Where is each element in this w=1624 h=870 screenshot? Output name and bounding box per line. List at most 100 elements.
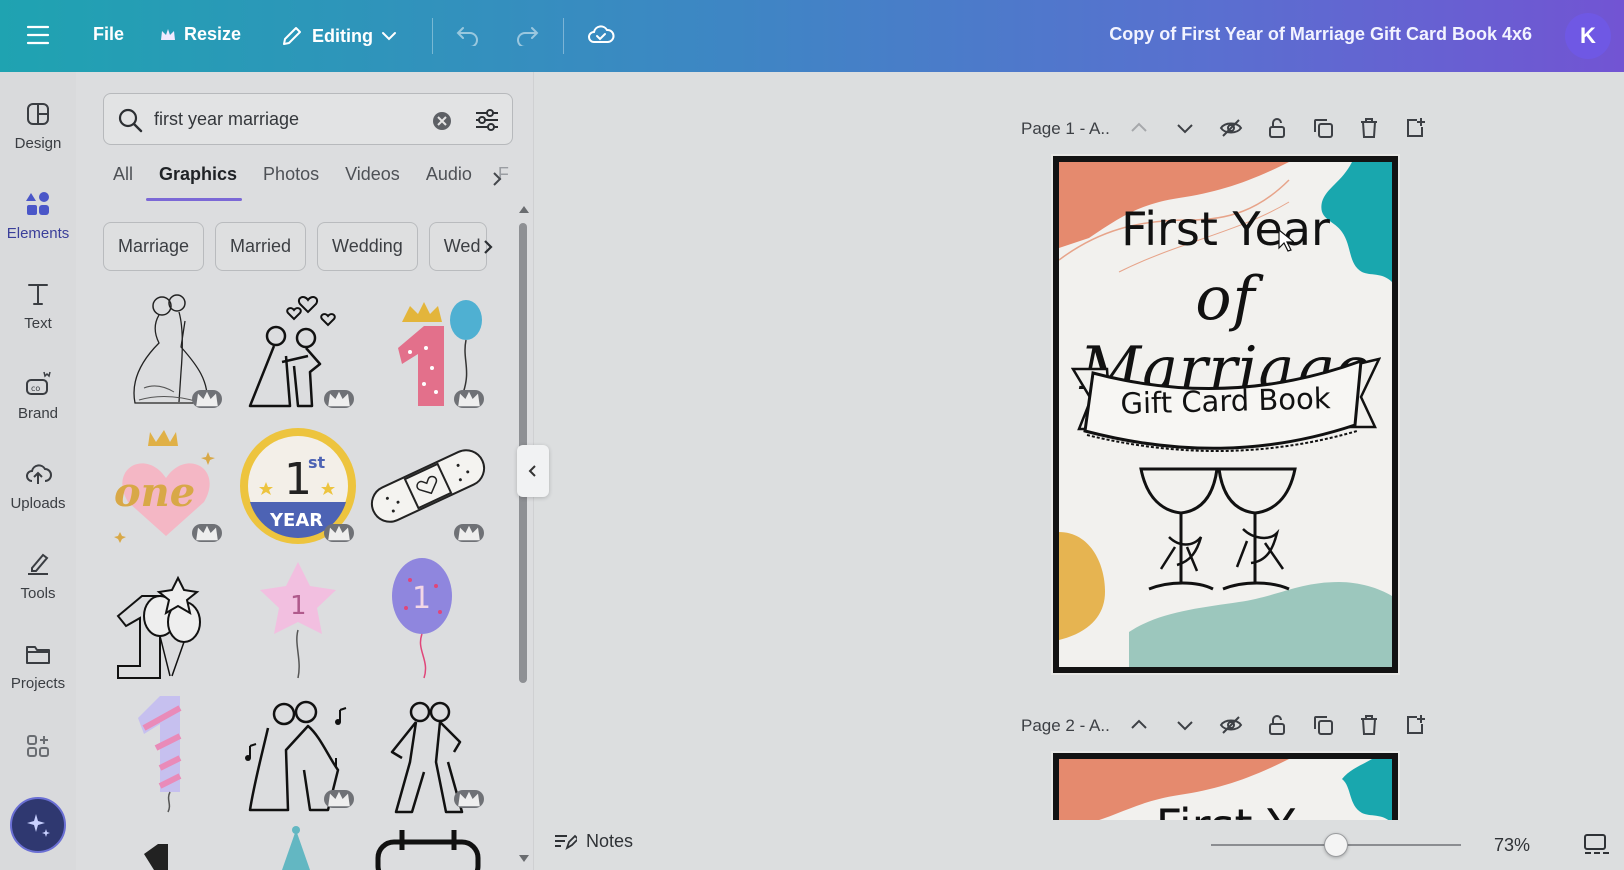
crown-icon bbox=[328, 391, 350, 407]
search-box[interactable]: first year marriage bbox=[103, 93, 513, 145]
move-page-up-icon[interactable] bbox=[1127, 116, 1151, 140]
graphic-heart-bandage[interactable] bbox=[366, 422, 490, 548]
graphic-purple-number-balloon[interactable]: 1 bbox=[366, 556, 490, 682]
duplicate-page-icon[interactable] bbox=[1311, 116, 1335, 140]
graphic-number-one-balloons-outline[interactable] bbox=[104, 556, 228, 682]
chevron-left-icon bbox=[528, 465, 536, 477]
undo-button[interactable] bbox=[455, 24, 481, 46]
menu-button[interactable] bbox=[26, 24, 50, 46]
notes-button[interactable]: Notes bbox=[553, 830, 633, 852]
graphic-pink-star-balloon[interactable]: 1 bbox=[236, 556, 360, 682]
page-2-header[interactable]: Page 2 - A.. bbox=[1021, 711, 1110, 741]
crown-icon bbox=[328, 525, 350, 541]
rail-item-uploads[interactable]: Uploads bbox=[0, 460, 76, 512]
star-balloon-icon: 1 bbox=[260, 562, 336, 679]
graphic-first-year-badge[interactable]: 1 st YEAR bbox=[236, 422, 360, 548]
page-2-toolbar bbox=[1127, 713, 1427, 737]
lock-icon[interactable] bbox=[1265, 116, 1289, 140]
move-page-down-icon[interactable] bbox=[1173, 713, 1197, 737]
page-1-toolbar bbox=[1127, 116, 1427, 140]
chip-marriage[interactable]: Marriage bbox=[103, 222, 205, 271]
rail-item-text[interactable]: Text bbox=[0, 280, 76, 332]
graphic-party-hat[interactable] bbox=[236, 820, 360, 870]
search-icon bbox=[118, 108, 143, 133]
page-label[interactable]: Page 1 - A.. bbox=[1021, 119, 1110, 139]
rail-item-apps[interactable] bbox=[0, 732, 76, 760]
rail-item-elements[interactable]: Elements bbox=[0, 190, 76, 242]
collapse-panel-button[interactable] bbox=[517, 445, 549, 497]
rail-item-design[interactable]: Design bbox=[0, 100, 76, 152]
premium-badge bbox=[324, 790, 354, 808]
chip-wed[interactable]: Wed bbox=[428, 222, 487, 271]
page-1-canvas[interactable]: First Year of Marriage Gift Card Book bbox=[1053, 156, 1398, 673]
page-label[interactable]: Page 2 - A.. bbox=[1021, 716, 1110, 736]
top-bar: File Resize Editing Copy of First Year o… bbox=[0, 0, 1624, 72]
folder-icon bbox=[26, 646, 50, 664]
add-page-icon[interactable] bbox=[1403, 713, 1427, 737]
chips-scroll-right-icon[interactable] bbox=[481, 238, 495, 256]
graphic-striped-number-one[interactable] bbox=[104, 688, 228, 814]
tab-graphics[interactable]: Graphics bbox=[159, 164, 237, 194]
page-view-icon[interactable] bbox=[1583, 833, 1611, 857]
pen-icon bbox=[28, 553, 49, 575]
rail-item-projects[interactable]: Projects bbox=[0, 640, 76, 692]
striped-one-icon bbox=[138, 696, 182, 813]
lock-icon[interactable] bbox=[1265, 713, 1289, 737]
scroll-down-icon[interactable] bbox=[518, 854, 530, 864]
file-menu[interactable]: File bbox=[93, 24, 124, 45]
duplicate-page-icon[interactable] bbox=[1311, 713, 1335, 737]
tab-photos[interactable]: Photos bbox=[263, 164, 319, 194]
page-title-line-1[interactable]: First Year bbox=[1059, 202, 1392, 256]
document-title[interactable]: Copy of First Year of Marriage Gift Card… bbox=[1109, 24, 1532, 45]
party-hat-icon bbox=[282, 826, 310, 870]
editing-mode-button[interactable]: Editing bbox=[280, 24, 397, 48]
resize-button[interactable]: Resize bbox=[160, 24, 241, 45]
graphic-pink-number-one-balloon[interactable] bbox=[366, 288, 490, 414]
zoom-level[interactable]: 73% bbox=[1494, 835, 1530, 856]
rail-item-tools[interactable]: Tools bbox=[0, 550, 76, 602]
magic-assistant-button[interactable] bbox=[10, 797, 66, 853]
chip-wedding[interactable]: Wedding bbox=[317, 222, 418, 271]
zoom-slider-handle[interactable] bbox=[1324, 833, 1348, 857]
add-page-icon[interactable] bbox=[1403, 116, 1427, 140]
tab-videos[interactable]: Videos bbox=[345, 164, 400, 194]
save-status-button[interactable] bbox=[587, 22, 615, 48]
premium-badge bbox=[454, 790, 484, 808]
hide-page-icon[interactable] bbox=[1219, 116, 1243, 140]
tab-all[interactable]: All bbox=[113, 164, 133, 194]
crown-icon bbox=[458, 791, 480, 807]
svg-text:co: co bbox=[31, 384, 40, 393]
graphic-one-heart-gold[interactable]: one bbox=[104, 422, 228, 548]
clear-search-icon[interactable] bbox=[431, 110, 453, 132]
page-1-header[interactable]: Page 1 - A.. bbox=[1021, 114, 1110, 144]
graphic-wedding-couple-sketch[interactable] bbox=[104, 288, 228, 414]
chip-married[interactable]: Married bbox=[215, 222, 307, 271]
svg-text:1: 1 bbox=[290, 591, 307, 621]
avatar[interactable]: K bbox=[1565, 13, 1611, 59]
redo-button[interactable] bbox=[514, 24, 540, 46]
search-input[interactable]: first year marriage bbox=[154, 109, 299, 130]
rail-item-brand[interactable]: co Brand bbox=[0, 370, 76, 422]
tab-audio[interactable]: Audio bbox=[426, 164, 472, 194]
tabs-scroll-right-icon[interactable] bbox=[490, 170, 504, 188]
graphic-dancing-couple-hearts[interactable] bbox=[236, 288, 360, 414]
move-page-down-icon[interactable] bbox=[1173, 116, 1197, 140]
premium-badge bbox=[324, 524, 354, 542]
page-2-canvas[interactable]: First Y bbox=[1053, 753, 1398, 823]
rail-label: Uploads bbox=[10, 495, 66, 512]
hide-page-icon[interactable] bbox=[1219, 713, 1243, 737]
rail-label: Brand bbox=[17, 405, 59, 422]
scroll-up-icon[interactable] bbox=[518, 204, 530, 214]
move-page-up-icon[interactable] bbox=[1127, 713, 1151, 737]
delete-page-icon[interactable] bbox=[1357, 713, 1381, 737]
graphic-calendar[interactable] bbox=[366, 820, 490, 870]
graphic-couple-hug-music[interactable] bbox=[236, 688, 360, 814]
delete-page-icon[interactable] bbox=[1357, 116, 1381, 140]
crown-icon bbox=[196, 525, 218, 541]
graphic-partial-bottom-left[interactable] bbox=[104, 820, 228, 870]
graphic-dancing-couple-outline[interactable] bbox=[366, 688, 490, 814]
rail-label: Text bbox=[24, 315, 52, 332]
redo-icon bbox=[517, 27, 539, 46]
filter-icon[interactable] bbox=[474, 107, 500, 133]
premium-badge bbox=[192, 390, 222, 408]
